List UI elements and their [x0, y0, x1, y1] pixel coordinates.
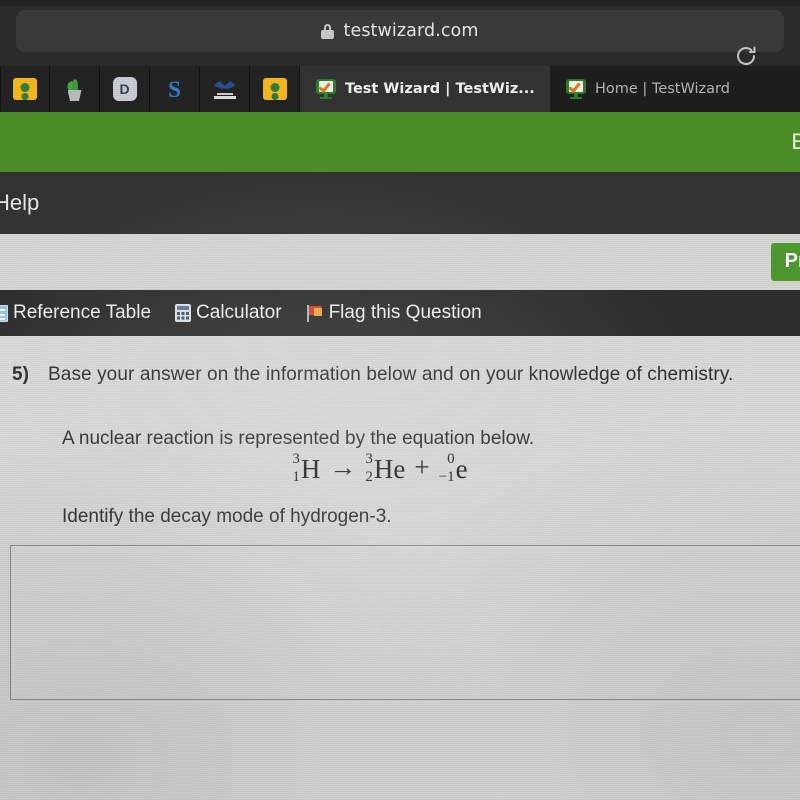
reactant-superscript: 3 — [292, 451, 300, 468]
testwizard-icon — [316, 79, 336, 99]
classroom-icon — [13, 78, 37, 100]
product1-superscript: 3 — [365, 451, 373, 468]
address-bar-content: testwizard.com — [321, 21, 478, 41]
letter-s-icon: S — [168, 76, 181, 102]
classroom-icon — [262, 78, 287, 100]
reload-icon[interactable] — [734, 44, 758, 68]
reference-table-label: Reference Table — [13, 302, 152, 323]
plant-icon — [64, 77, 86, 101]
answer-input-box[interactable] — [10, 545, 800, 700]
product1-symbol: He — [373, 454, 406, 485]
equation-product-1: 3 2 He — [365, 452, 405, 486]
eagle-icon — [213, 78, 237, 100]
reactant-numbers: 3 1 — [292, 452, 300, 485]
testwizard-icon — [566, 79, 586, 99]
lock-icon — [321, 23, 335, 39]
question-toolbar: Reference Table Calculator Flag this Que… — [0, 290, 800, 336]
bookmark-bar: D S — [0, 66, 300, 112]
reactant-subscript: 1 — [292, 469, 300, 486]
preview-strip: Prev — [0, 234, 800, 290]
question-prompt: Identify the decay mode of hydrogen-3. — [62, 506, 392, 527]
brand-bar-right-label: E — [791, 129, 800, 154]
tab-home[interactable]: Home | TestWizard — [550, 66, 800, 112]
flag-icon — [306, 304, 324, 322]
letter-d-icon: D — [112, 77, 137, 101]
bookmark-schoology[interactable]: S — [150, 66, 200, 112]
equation-reactant: 3 1 H — [292, 452, 320, 486]
bookmark-plant-site[interactable] — [50, 66, 100, 112]
address-bar[interactable]: testwizard.com — [16, 10, 784, 52]
tab-strip: D S Test Wizard | TestWiz... Home | Test… — [0, 66, 800, 112]
question-body: 5) Base your answer on the information b… — [0, 336, 800, 800]
question-number: 5) — [12, 364, 29, 385]
bookmark-eagle-school[interactable] — [200, 66, 250, 112]
product2-symbol: e — [455, 454, 468, 485]
tab-title: Home | TestWizard — [595, 81, 730, 97]
calculator-label: Calculator — [196, 302, 282, 323]
window-top-edge — [0, 0, 800, 6]
tab-test-wizard[interactable]: Test Wizard | TestWiz... — [300, 66, 550, 112]
bookmark-google-classroom[interactable] — [0, 66, 50, 112]
reference-table-icon — [0, 304, 8, 322]
browser-chrome: testwizard.com D S Test Wizard | TestWiz… — [0, 0, 800, 112]
product1-subscript: 2 — [365, 469, 373, 486]
bookmark-google-classroom-2[interactable] — [250, 66, 300, 112]
question-line-1: A nuclear reaction is represented by the… — [62, 428, 535, 449]
tab-title: Test Wizard | TestWiz... — [345, 81, 534, 97]
nav-bar: Help — [0, 172, 800, 234]
preview-button[interactable]: Prev — [770, 243, 800, 281]
product2-subscript: −1 — [438, 469, 455, 486]
calculator-icon — [175, 304, 192, 322]
bookmark-d-site[interactable]: D — [100, 66, 150, 112]
product1-numbers: 3 2 — [365, 452, 373, 485]
nuclear-equation: 3 1 H → 3 2 He + 0 −1 e — [0, 452, 760, 486]
equation-product-2: 0 −1 e — [439, 452, 468, 486]
nav-item-help[interactable]: Help — [0, 190, 39, 216]
equation-arrow: → — [329, 452, 357, 482]
flag-question-label: Flag this Question — [328, 302, 482, 323]
equation-plus: + — [414, 452, 430, 482]
url-text: testwizard.com — [343, 21, 479, 41]
product2-superscript: 0 — [447, 451, 455, 468]
question-stem-row: 5) Base your answer on the information b… — [0, 364, 800, 386]
flag-question-button[interactable]: Flag this Question — [306, 302, 482, 324]
reference-table-button[interactable]: Reference Table — [0, 302, 151, 324]
question-stem: Base your answer on the information belo… — [48, 364, 734, 385]
calculator-button[interactable]: Calculator — [175, 302, 282, 324]
product2-numbers: 0 −1 — [439, 452, 455, 485]
brand-bar: E — [0, 112, 800, 172]
reactant-symbol: H — [300, 454, 321, 485]
